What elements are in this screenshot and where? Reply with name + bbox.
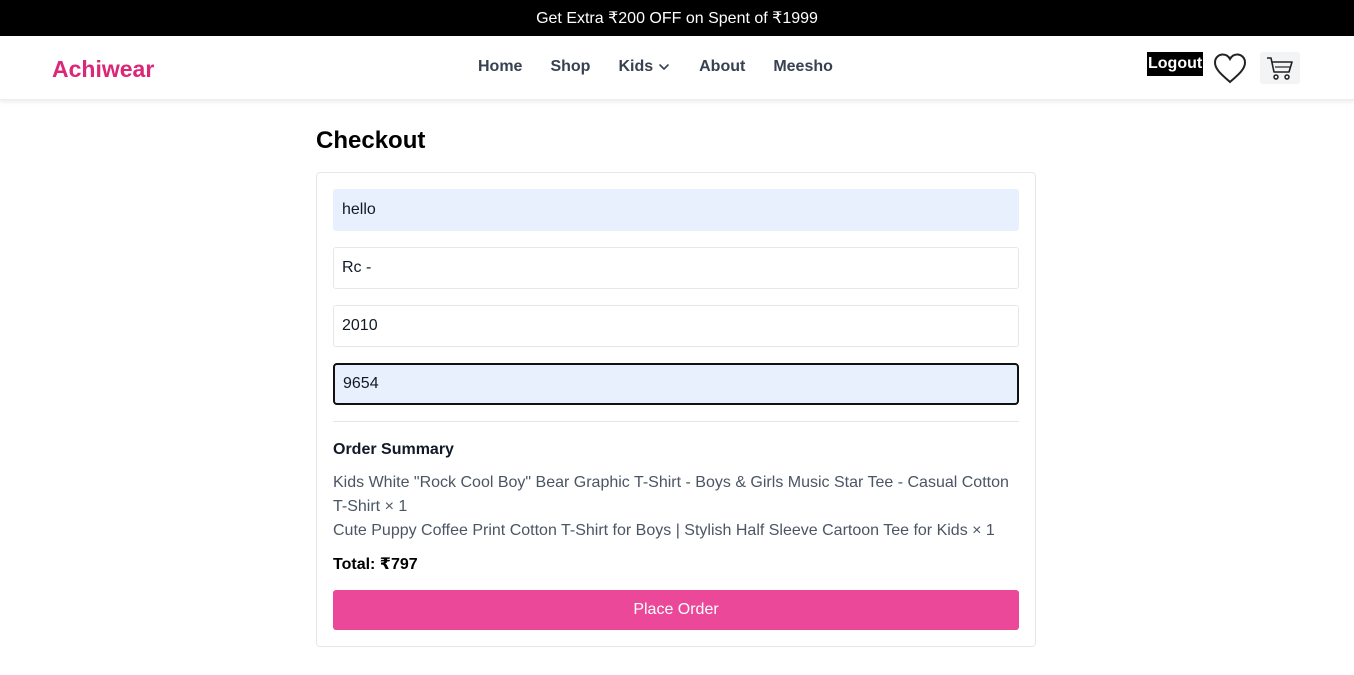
logout-button[interactable]: Logout bbox=[1147, 52, 1204, 76]
order-item: Kids White "Rock Cool Boy" Bear Graphic … bbox=[333, 474, 1009, 515]
divider bbox=[333, 421, 1019, 422]
order-summary-title: Order Summary bbox=[333, 441, 454, 458]
phone-field[interactable] bbox=[333, 363, 1019, 405]
promo-text: Get Extra ₹200 OFF on Spent of ₹1999 bbox=[536, 10, 818, 27]
nav-about[interactable]: About bbox=[699, 58, 745, 76]
checkout-form: Order Summary Kids White "Rock Cool Boy"… bbox=[316, 172, 1036, 647]
order-item: Cute Puppy Coffee Print Cotton T-Shirt f… bbox=[333, 522, 995, 539]
nav-shop[interactable]: Shop bbox=[550, 58, 590, 76]
heart-icon[interactable] bbox=[1212, 51, 1248, 85]
page-title: Checkout bbox=[316, 127, 426, 154]
order-items: Kids White "Rock Cool Boy" Bear Graphic … bbox=[333, 471, 1023, 543]
name-field[interactable] bbox=[333, 189, 1019, 231]
nav-meesho[interactable]: Meesho bbox=[773, 58, 833, 76]
pincode-field[interactable] bbox=[333, 305, 1019, 347]
cart-icon bbox=[1267, 57, 1293, 80]
order-total: Total: ₹797 bbox=[333, 556, 418, 573]
chevron-down-icon bbox=[659, 64, 669, 70]
main-nav: Home Shop Kids About Meesho bbox=[478, 58, 833, 76]
nav-home[interactable]: Home bbox=[478, 58, 522, 76]
navbar: Achiwear Home Shop Kids About Meesho Log… bbox=[0, 36, 1354, 100]
promo-banner: Get Extra ₹200 OFF on Spent of ₹1999 bbox=[0, 0, 1354, 36]
address-field[interactable] bbox=[333, 247, 1019, 289]
cart-button[interactable] bbox=[1260, 52, 1300, 84]
brand-logo[interactable]: Achiwear bbox=[52, 56, 154, 83]
place-order-button[interactable]: Place Order bbox=[333, 590, 1019, 630]
nav-kids[interactable]: Kids bbox=[618, 58, 671, 76]
